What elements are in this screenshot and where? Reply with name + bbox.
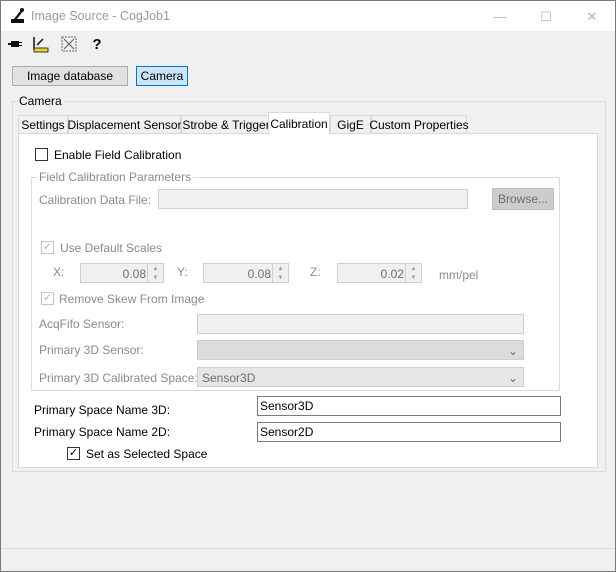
- spin-down-icon[interactable]: ▼: [148, 273, 163, 282]
- acqfifo-sensor-input[interactable]: [197, 314, 524, 334]
- window-title: Image Source - CogJob1: [31, 9, 170, 23]
- set-selected-space-checkbox[interactable]: ✓: [67, 447, 80, 460]
- toolbar: ?: [1, 31, 615, 57]
- title-bar: Image Source - CogJob1 — ☐ ✕: [1, 1, 615, 31]
- remove-skew-label: Remove Skew From Image: [59, 292, 205, 306]
- z-scale-value: 0.02: [380, 267, 404, 281]
- remove-skew-checkbox[interactable]: ✓: [41, 292, 54, 305]
- browse-button[interactable]: Browse...: [492, 188, 554, 210]
- minimize-button[interactable]: —: [477, 2, 523, 31]
- primary-space-name-2d-input[interactable]: Sensor2D: [257, 422, 561, 442]
- app-icon: [10, 7, 26, 25]
- acqfifo-sensor-label: AcqFifo Sensor:: [39, 317, 125, 331]
- check-icon: ✓: [42, 292, 53, 304]
- primary-3d-calibrated-space-dropdown[interactable]: Sensor3D ⌄: [197, 367, 524, 387]
- check-icon: ✓: [42, 241, 53, 253]
- x-scale-value: 0.08: [122, 267, 146, 281]
- use-default-scales-checkbox[interactable]: ✓: [41, 241, 54, 254]
- maximize-button[interactable]: ☐: [523, 2, 569, 31]
- primary-3d-sensor-label: Primary 3D Sensor:: [39, 343, 144, 357]
- z-scale-label: Z:: [310, 265, 321, 279]
- camera-group-label: Camera: [17, 94, 64, 108]
- camera-button[interactable]: Camera: [136, 66, 188, 86]
- spin-up-icon[interactable]: ▲: [148, 264, 163, 273]
- primary-space-name-3d-input[interactable]: Sensor3D: [257, 396, 561, 416]
- use-default-scales-label: Use Default Scales: [60, 241, 163, 255]
- y-scale-label: Y:: [177, 265, 188, 279]
- check-icon: ✓: [68, 447, 79, 459]
- set-selected-space-label: Set as Selected Space: [86, 447, 208, 461]
- status-bar-divider: [1, 548, 615, 549]
- close-button[interactable]: ✕: [569, 2, 615, 31]
- image-database-button[interactable]: Image database: [12, 66, 128, 86]
- tab-strobe-trigger[interactable]: Strobe & Trigger: [181, 115, 271, 134]
- tab-settings[interactable]: Settings: [18, 115, 68, 134]
- spin-down-icon[interactable]: ▼: [273, 273, 288, 282]
- enable-field-calibration-checkbox[interactable]: [35, 148, 48, 161]
- scale-unit-label: mm/pel: [439, 268, 479, 282]
- grid-icon[interactable]: [59, 35, 79, 53]
- calibration-data-file-input[interactable]: [158, 189, 468, 209]
- tab-displacement-sensor[interactable]: Displacement Sensor: [67, 115, 182, 134]
- spin-down-icon[interactable]: ▼: [406, 273, 421, 282]
- tab-gige[interactable]: GigE: [330, 115, 371, 134]
- calibration-data-file-label: Calibration Data File:: [39, 193, 152, 207]
- chevron-down-icon: ⌄: [507, 344, 518, 358]
- x-scale-spinner[interactable]: 0.08 ▲ ▼: [80, 263, 164, 283]
- primary-space-name-2d-label: Primary Space Name 2D:: [34, 425, 171, 439]
- help-icon[interactable]: ?: [87, 35, 107, 53]
- spin-up-icon[interactable]: ▲: [273, 264, 288, 273]
- tab-calibration[interactable]: Calibration: [268, 112, 330, 135]
- z-scale-spinner[interactable]: 0.02 ▲ ▼: [337, 263, 422, 283]
- y-scale-spinner[interactable]: 0.08 ▲ ▼: [203, 263, 289, 283]
- primary-space-name-3d-label: Primary Space Name 3D:: [34, 403, 171, 417]
- enable-field-calibration-label: Enable Field Calibration: [54, 148, 182, 162]
- chevron-down-icon: ⌄: [507, 371, 518, 385]
- primary-3d-calibrated-space-value: Sensor3D: [202, 371, 256, 385]
- y-scale-value: 0.08: [247, 267, 271, 281]
- field-calibration-group-label: Field Calibration Parameters: [37, 170, 194, 184]
- primary-3d-sensor-dropdown[interactable]: ⌄: [197, 340, 524, 360]
- connector-icon[interactable]: [5, 35, 25, 53]
- spin-up-icon[interactable]: ▲: [406, 264, 421, 273]
- primary-3d-calibrated-space-label: Primary 3D Calibrated Space:: [39, 371, 198, 385]
- ruler-icon[interactable]: [31, 35, 51, 53]
- tab-custom-properties[interactable]: Custom Properties: [369, 115, 469, 134]
- x-scale-label: X:: [53, 265, 65, 279]
